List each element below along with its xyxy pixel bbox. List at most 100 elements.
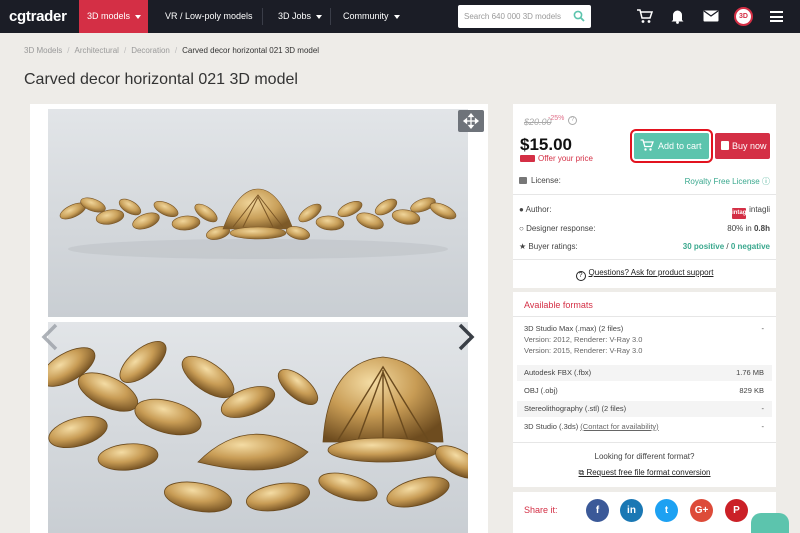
- author-link[interactable]: intagliintagli: [732, 205, 770, 219]
- page-title: Carved decor horizontal 021 3D model: [24, 71, 298, 88]
- product-gallery: [30, 104, 488, 533]
- question-icon: ?: [575, 271, 586, 281]
- license-link[interactable]: Royalty Free License ⓘ: [685, 176, 770, 187]
- next-image-arrow-icon[interactable]: [456, 322, 476, 352]
- nav-community-label: Community: [343, 11, 389, 21]
- format-size: 829 KB: [739, 386, 764, 395]
- nav-3d-jobs-label: 3D Jobs: [278, 11, 312, 21]
- divider: [513, 316, 776, 317]
- format-size: -: [761, 324, 765, 333]
- response-in: in: [745, 224, 752, 233]
- buyer-ratings-row: ★ Buyer ratings: 30 positive / 0 negativ…: [519, 242, 770, 251]
- nav-3d-jobs[interactable]: 3D Jobs: [270, 0, 330, 33]
- menu-icon[interactable]: [770, 11, 783, 22]
- formats-title: Available formats: [524, 300, 593, 310]
- offer-tag-icon: [520, 155, 535, 162]
- avatar[interactable]: 3D: [734, 7, 753, 26]
- author-label: Author:: [525, 205, 552, 214]
- chevron-down-icon: [316, 14, 323, 19]
- format-version: Version: 2015, Renderer: V-Ray 3.0: [524, 346, 643, 355]
- linkedin-share-button[interactable]: in: [620, 499, 643, 522]
- author-logo: intagli: [732, 208, 750, 219]
- author-row: ● Author: intagliintagli: [519, 205, 770, 219]
- cart-icon: [640, 139, 654, 151]
- offer-your-price-link[interactable]: Offer your price: [520, 154, 593, 163]
- add-to-cart-button[interactable]: Add to cart: [630, 129, 713, 163]
- current-price: $15.00: [520, 135, 572, 154]
- discount-badge: -25%: [548, 115, 565, 122]
- shopping-bag-icon: [721, 141, 729, 150]
- previous-image-arrow-icon[interactable]: [40, 322, 60, 352]
- fullscreen-button[interactable]: [458, 110, 484, 132]
- google-plus-share-button[interactable]: G+: [690, 499, 713, 522]
- format-size: -: [761, 404, 765, 413]
- divider: [513, 194, 776, 195]
- author-name: intagli: [749, 205, 770, 214]
- format-version: Version: 2012, Renderer: V-Ray 3.0: [524, 335, 643, 344]
- contact-for-availability-link[interactable]: (Contact for availability): [580, 422, 658, 431]
- breadcrumb-3d-models[interactable]: 3D Models: [24, 46, 62, 55]
- breadcrumb-separator: /: [67, 46, 70, 55]
- search-box: [458, 5, 591, 28]
- chat-icon: ○: [519, 224, 524, 233]
- designer-response-row: ○ Designer response: 80% in 0.8h: [519, 224, 770, 233]
- nav-3d-models[interactable]: 3D models: [79, 0, 148, 33]
- license-icon: [519, 177, 527, 184]
- pinterest-share-button[interactable]: P: [725, 499, 748, 522]
- positive-ratings: 30 positive: [682, 242, 725, 251]
- facebook-share-button[interactable]: f: [586, 499, 609, 522]
- mail-icon[interactable]: [703, 10, 719, 22]
- buyer-ratings-label: Buyer ratings:: [528, 242, 578, 251]
- format-row: Stereolithography (.stl) (2 files) -: [517, 401, 772, 417]
- request-conversion-label: Request free file format conversion: [586, 468, 711, 477]
- twitter-share-button[interactable]: t: [655, 499, 678, 522]
- breadcrumb-current: Carved decor horizontal 021 3D model: [182, 46, 320, 55]
- product-image-main[interactable]: [48, 109, 468, 317]
- format-name: Stereolithography (.stl) (2 files): [524, 404, 627, 413]
- breadcrumb-decoration[interactable]: Decoration: [131, 46, 170, 55]
- different-format-text: Looking for different format?: [594, 452, 695, 461]
- buy-now-button[interactable]: Buy now: [715, 133, 770, 159]
- live-chat-button[interactable]: [751, 513, 789, 533]
- buy-now-label: Buy now: [732, 141, 767, 151]
- breadcrumb: 3D Models / Architectural / Decoration / Carve…: [24, 46, 319, 55]
- star-icon: ★: [519, 242, 527, 251]
- search-icon[interactable]: [573, 10, 585, 22]
- chevron-down-icon: [135, 14, 142, 19]
- divider: [513, 259, 776, 260]
- license-label: License:: [531, 176, 561, 185]
- help-icon: ⓘ: [762, 177, 770, 186]
- carved-decor-closeup-image: [48, 341, 468, 513]
- format-size: -: [761, 422, 765, 431]
- price-box: $20.00 -25% ? $15.00 Offer your price Ad…: [513, 104, 776, 288]
- nav-vr-lowpoly[interactable]: VR / Low-poly models: [157, 0, 257, 33]
- format-name: Autodesk FBX (.fbx): [524, 368, 592, 377]
- request-conversion-link[interactable]: ⧉ Request free file format conversion: [513, 468, 776, 478]
- format-size: 1.76 MB: [736, 368, 764, 377]
- nav-3d-models-label: 3D models: [87, 11, 131, 21]
- carved-decor-image: [59, 188, 457, 259]
- format-row: Autodesk FBX (.fbx) 1.76 MB: [517, 365, 772, 381]
- format-name: OBJ (.obj): [524, 386, 558, 395]
- user-icon: ●: [519, 205, 524, 214]
- help-icon[interactable]: ?: [568, 116, 577, 125]
- cart-icon[interactable]: [636, 9, 653, 24]
- breadcrumb-separator: /: [123, 46, 127, 55]
- response-rate: 80%: [727, 224, 744, 233]
- divider: [513, 442, 776, 443]
- breadcrumb-architectural[interactable]: Architectural: [74, 46, 118, 55]
- bell-icon[interactable]: [671, 9, 684, 24]
- nav-community[interactable]: Community: [335, 0, 410, 33]
- product-image-detail[interactable]: [48, 322, 468, 533]
- negative-ratings: 0 negative: [730, 242, 770, 251]
- share-label: Share it:: [524, 505, 558, 515]
- chevron-down-icon: [393, 14, 400, 19]
- cgtrader-logo[interactable]: cgtrader: [9, 8, 67, 25]
- designer-response-label: Designer response:: [526, 224, 596, 233]
- top-navbar: cgtrader 3D models VR / Low-poly models …: [0, 0, 800, 33]
- format-row: OBJ (.obj) 829 KB: [517, 383, 772, 399]
- search-input[interactable]: [458, 5, 568, 28]
- add-to-cart-label: Add to cart: [658, 141, 702, 151]
- buyer-ratings-value[interactable]: 30 positive / 0 negative: [683, 242, 770, 251]
- product-support-link[interactable]: ? Questions? Ask for product support: [513, 268, 776, 281]
